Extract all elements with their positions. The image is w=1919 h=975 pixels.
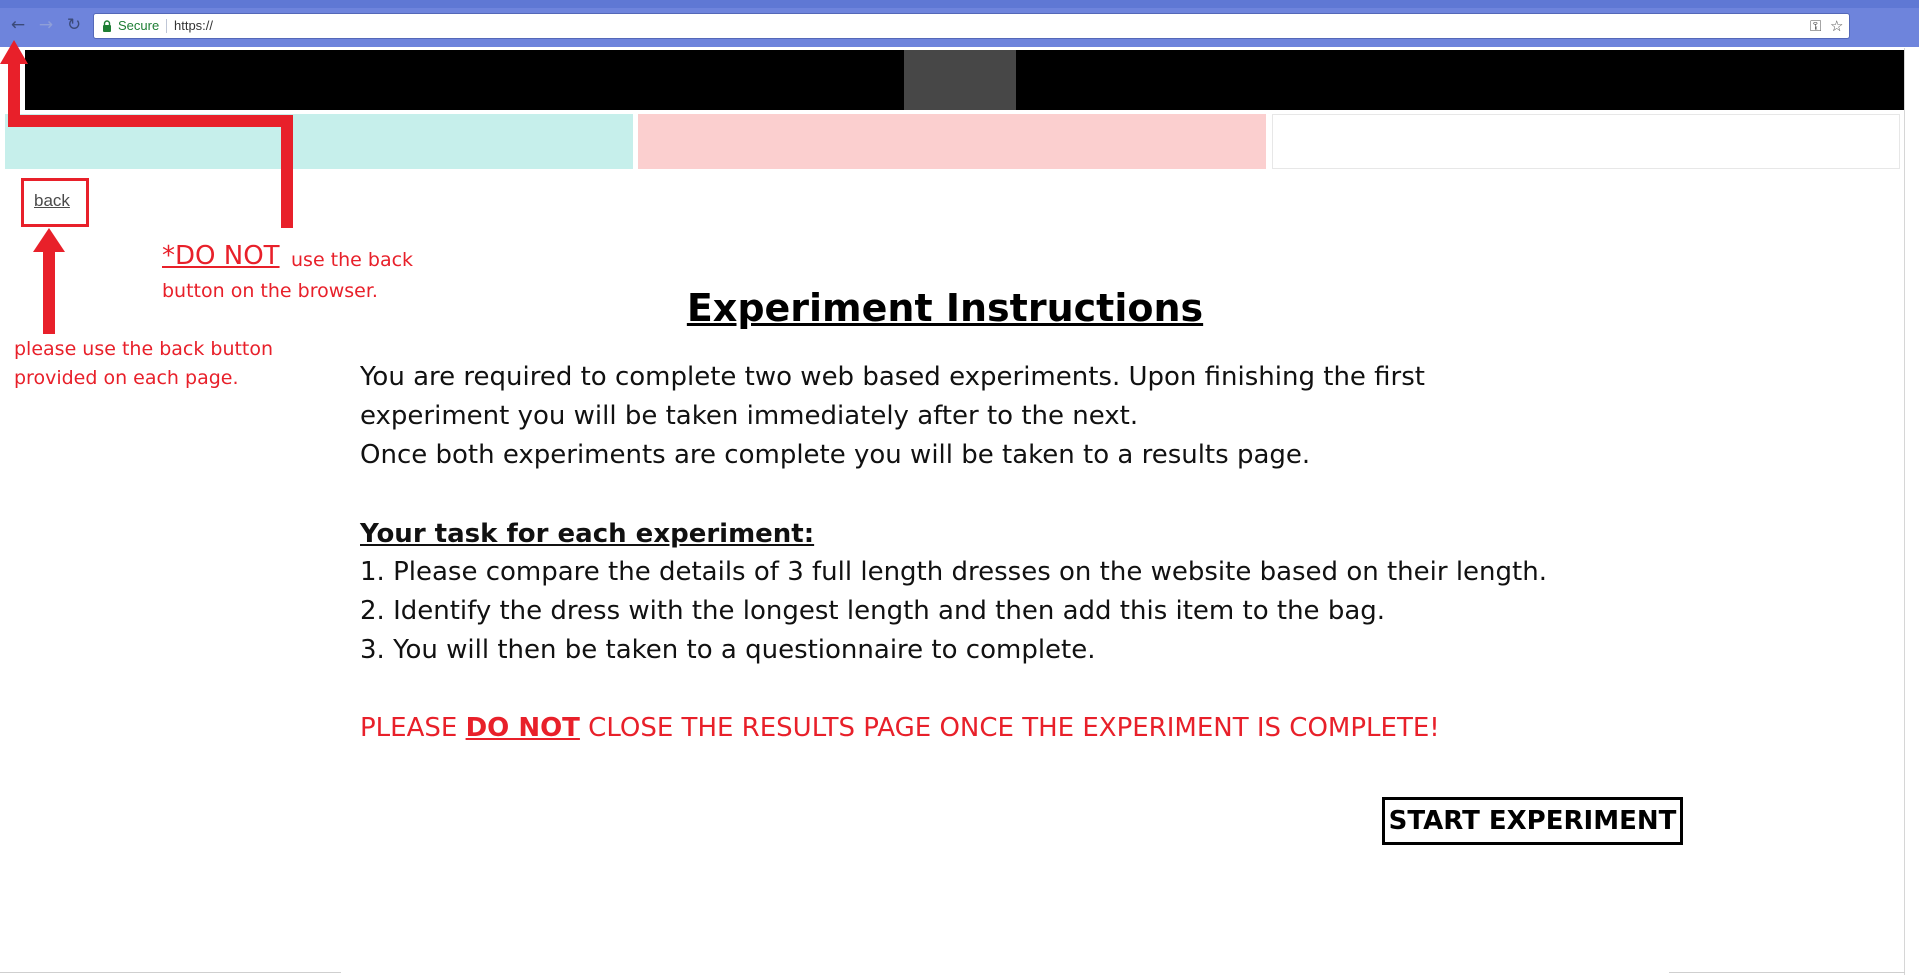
- browser-note-line-1: use the back: [291, 249, 414, 271]
- address-bar[interactable]: Secure https:// ⚿ ☆: [93, 13, 1850, 39]
- header-logo-block[interactable]: [904, 50, 1016, 110]
- back-note-line-2: provided on each page.: [14, 367, 239, 389]
- warning-do-not: DO NOT: [465, 713, 580, 743]
- warning-suffix: CLOSE THE RESULTS PAGE ONCE THE EXPERIME…: [579, 713, 1440, 743]
- intro-line-2: experiment you will be taken immediately…: [360, 401, 1139, 431]
- key-icon[interactable]: ⚿: [1810, 16, 1821, 36]
- warning-prefix: PLEASE: [360, 713, 466, 743]
- back-link[interactable]: back: [34, 190, 70, 212]
- page-right-border: [1904, 48, 1905, 975]
- category-tile-white[interactable]: [1272, 114, 1900, 169]
- site-header: [25, 50, 1905, 110]
- url-separator: [166, 19, 167, 33]
- footer-line-left: [0, 972, 341, 973]
- browser-back-icon[interactable]: ←: [6, 13, 30, 37]
- star-icon[interactable]: ☆: [1830, 16, 1843, 36]
- task-step: 3. You will then be taken to a questionn…: [360, 635, 1096, 665]
- footer-line-right: [1669, 972, 1905, 973]
- lock-icon: [103, 20, 111, 32]
- category-tile-pink[interactable]: [638, 114, 1266, 169]
- browser-reload-icon[interactable]: ↻: [62, 13, 86, 37]
- page: ← → ↻ Secure https:// ⚿ ☆ back *DO NOT u…: [0, 0, 1919, 975]
- intro-line-1: You are required to complete two web bas…: [360, 362, 1425, 392]
- intro-line-3: Once both experiments are complete you w…: [360, 440, 1311, 470]
- page-title: Experiment Instructions: [686, 286, 1204, 330]
- do-not-annotation: *DO NOT: [162, 241, 280, 271]
- secure-label: Secure: [118, 18, 160, 33]
- browser-toolbar: ← → ↻ Secure https:// ⚿ ☆: [0, 0, 1919, 47]
- category-tile-teal[interactable]: [5, 114, 633, 169]
- back-note-line-1: please use the back button: [14, 338, 274, 360]
- task-heading: Your task for each experiment:: [360, 519, 815, 549]
- task-step: 1. Please compare the details of 3 full …: [360, 557, 1547, 587]
- back-link-arrowhead: [33, 228, 65, 252]
- browser-tab-strip: [0, 0, 1919, 8]
- task-step: 2. Identify the dress with the longest l…: [360, 596, 1386, 626]
- url-text[interactable]: https://: [174, 17, 213, 35]
- start-experiment-button[interactable]: START EXPERIMENT: [1382, 797, 1683, 845]
- warning-message: PLEASE DO NOT CLOSE THE RESULTS PAGE ONC…: [360, 710, 1440, 746]
- browser-forward-icon[interactable]: →: [34, 13, 58, 37]
